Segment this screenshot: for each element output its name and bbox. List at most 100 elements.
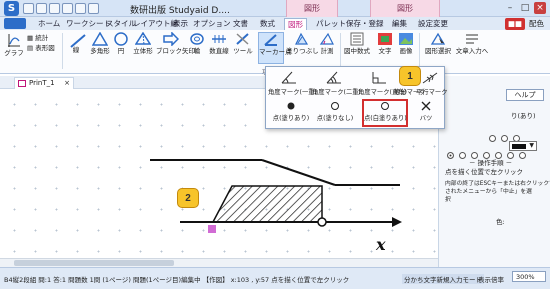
- title-bar: S 数研出版 Studyaid D.... 図形 図形 – □ ×: [0, 0, 550, 17]
- image-button[interactable]: 画像: [396, 32, 416, 55]
- stats-icon: ▦: [27, 34, 34, 42]
- horizontal-scrollbar[interactable]: [0, 258, 438, 267]
- redo-icon[interactable]: [88, 3, 99, 14]
- tab-save-register[interactable]: 保存・登録: [346, 18, 384, 30]
- radio-option[interactable]: [501, 135, 508, 142]
- angle-mark-single-item[interactable]: 角度マーク(一重): [268, 71, 317, 96]
- document-tab[interactable]: PrinT_1 ×: [14, 77, 74, 89]
- notification-badge[interactable]: ■■: [504, 18, 525, 30]
- open-dot-icon: [331, 102, 339, 110]
- radio-option[interactable]: [459, 152, 466, 159]
- note-line-1: 内部の終了はESCキーまたは右クリックで表示: [445, 181, 550, 187]
- tab-style[interactable]: スタイル: [106, 18, 136, 30]
- text-input-icon: [466, 34, 478, 44]
- tools-icon: [236, 33, 249, 45]
- cross-mark-item[interactable]: バツ: [412, 101, 440, 122]
- tab-figure[interactable]: 図形: [284, 18, 307, 30]
- radio-option-selected[interactable]: [447, 152, 454, 159]
- stats-button[interactable]: ▦ 統計: [27, 34, 48, 42]
- ribbon-separator: [62, 33, 63, 69]
- help-button[interactable]: ヘルプ: [506, 89, 544, 101]
- tab-close-icon[interactable]: ×: [64, 78, 70, 89]
- x-axis-arrow-icon: [392, 217, 402, 227]
- text-input-button[interactable]: 文章入力へ: [455, 32, 489, 55]
- marker-point-button[interactable]: マーカー点: [258, 32, 292, 64]
- number-line-button[interactable]: 数直線: [206, 32, 232, 55]
- tab-edit[interactable]: 編集: [392, 18, 407, 30]
- document-tab-bar: PrinT_1 ×: [0, 76, 265, 89]
- scroll-thumb[interactable]: [14, 260, 174, 266]
- new-icon[interactable]: [23, 3, 34, 14]
- context-tab-figure[interactable]: 図形: [286, 0, 338, 17]
- ring-icon: [190, 33, 204, 45]
- color-picker[interactable]: ▼: [509, 141, 537, 151]
- tab-home[interactable]: ホーム: [38, 18, 60, 30]
- solid-shape-button[interactable]: 立体形: [131, 32, 155, 55]
- table-figure-button[interactable]: ▤ 表形図: [27, 44, 55, 52]
- hatched-region: [211, 185, 323, 223]
- tab-layout[interactable]: レイアウト編: [133, 18, 178, 30]
- ribbon-separator: [340, 33, 341, 69]
- white-filled-point-item[interactable]: 点(白塗りあり): [362, 99, 408, 127]
- tab-worksheet[interactable]: ワークシート: [66, 18, 111, 30]
- tab-formula[interactable]: 数式: [260, 18, 275, 30]
- window-title: 数研出版 Studyaid D....: [130, 6, 230, 16]
- graph-button[interactable]: グラフ: [3, 32, 25, 57]
- color-scheme-link[interactable]: 配色: [529, 18, 544, 30]
- save-icon[interactable]: [49, 3, 60, 14]
- maximize-icon[interactable]: □: [519, 2, 531, 14]
- open-point-marker[interactable]: [317, 217, 327, 227]
- right-property-panel: ヘルプ り(あり) 色: ▼ － 操作手順 － 点を描く位置で左クリック 内部の…: [438, 76, 550, 267]
- angle-single-icon: [281, 71, 296, 84]
- block-arrow-button[interactable]: ブロック矢印: [156, 32, 195, 55]
- fill-button[interactable]: 塗りつぶし: [286, 32, 319, 55]
- status-bar: B4縦2段組 問:1 答:1 問題数 1問 (1ページ) 問題(1ページ目)編集…: [0, 267, 550, 289]
- filled-point-item[interactable]: 点(塗りあり): [272, 101, 310, 122]
- zoom-select[interactable]: 300%: [512, 271, 546, 282]
- polygon-button[interactable]: 多角形: [88, 32, 112, 55]
- file-menu-button[interactable]: [4, 18, 26, 29]
- print-icon[interactable]: [62, 3, 73, 14]
- radio-option[interactable]: [519, 152, 526, 159]
- x-axis-label: x: [375, 235, 386, 254]
- selection-marker[interactable]: [208, 225, 216, 233]
- tools-button[interactable]: ツール: [232, 32, 254, 55]
- ring-button[interactable]: 輪: [188, 32, 206, 55]
- circle-button[interactable]: 円: [112, 32, 130, 55]
- figure-select-button[interactable]: 図形選択: [423, 32, 453, 55]
- unfilled-point-item[interactable]: 点(塗りなし): [316, 101, 354, 122]
- ribbon-tab-row: ホーム ワークシート スタイル レイアウト編 表示 オプション 文書 数式 図形…: [0, 17, 550, 30]
- close-icon[interactable]: ×: [534, 2, 546, 14]
- radio-option[interactable]: [495, 152, 502, 159]
- fill-option-label: り(あり): [511, 112, 536, 120]
- polygon-icon: [92, 32, 108, 46]
- context-tab-figure-2[interactable]: 図形: [370, 0, 440, 17]
- text-button[interactable]: 文字: [375, 32, 395, 55]
- tab-options[interactable]: オプション: [193, 18, 231, 30]
- tab-view[interactable]: 表示: [173, 18, 188, 30]
- ribbon-separator: [419, 33, 420, 69]
- angle-mark-double-item[interactable]: 角度マーク(二重): [312, 71, 361, 96]
- note-line-3: 択: [445, 197, 451, 203]
- in-figure-formula-button[interactable]: 図中数式: [342, 32, 372, 55]
- tab-settings[interactable]: 設定変更: [418, 18, 448, 30]
- radio-option[interactable]: [483, 152, 490, 159]
- radio-option[interactable]: [471, 152, 478, 159]
- text-icon: [378, 33, 392, 45]
- document-icon: [18, 80, 26, 87]
- filled-dot-icon: [287, 102, 295, 110]
- open-icon[interactable]: [36, 3, 47, 14]
- undo-icon[interactable]: [75, 3, 86, 14]
- minimize-icon[interactable]: –: [504, 2, 516, 14]
- tab-document[interactable]: 文書: [233, 18, 248, 30]
- app-logo-icon: S: [4, 1, 19, 16]
- parallel-mark-icon: [422, 72, 438, 84]
- radio-option[interactable]: [489, 135, 496, 142]
- measure-button[interactable]: 計測: [316, 32, 338, 55]
- input-mode-indicator[interactable]: 分かち文字新規入力モード: [402, 274, 484, 284]
- note-line-2: されたメニューから「中止」を選: [445, 189, 532, 195]
- radio-option[interactable]: [507, 152, 514, 159]
- white-dot-icon: [381, 102, 389, 110]
- tab-palette[interactable]: パレット: [316, 18, 346, 30]
- number-line-icon: [212, 35, 226, 43]
